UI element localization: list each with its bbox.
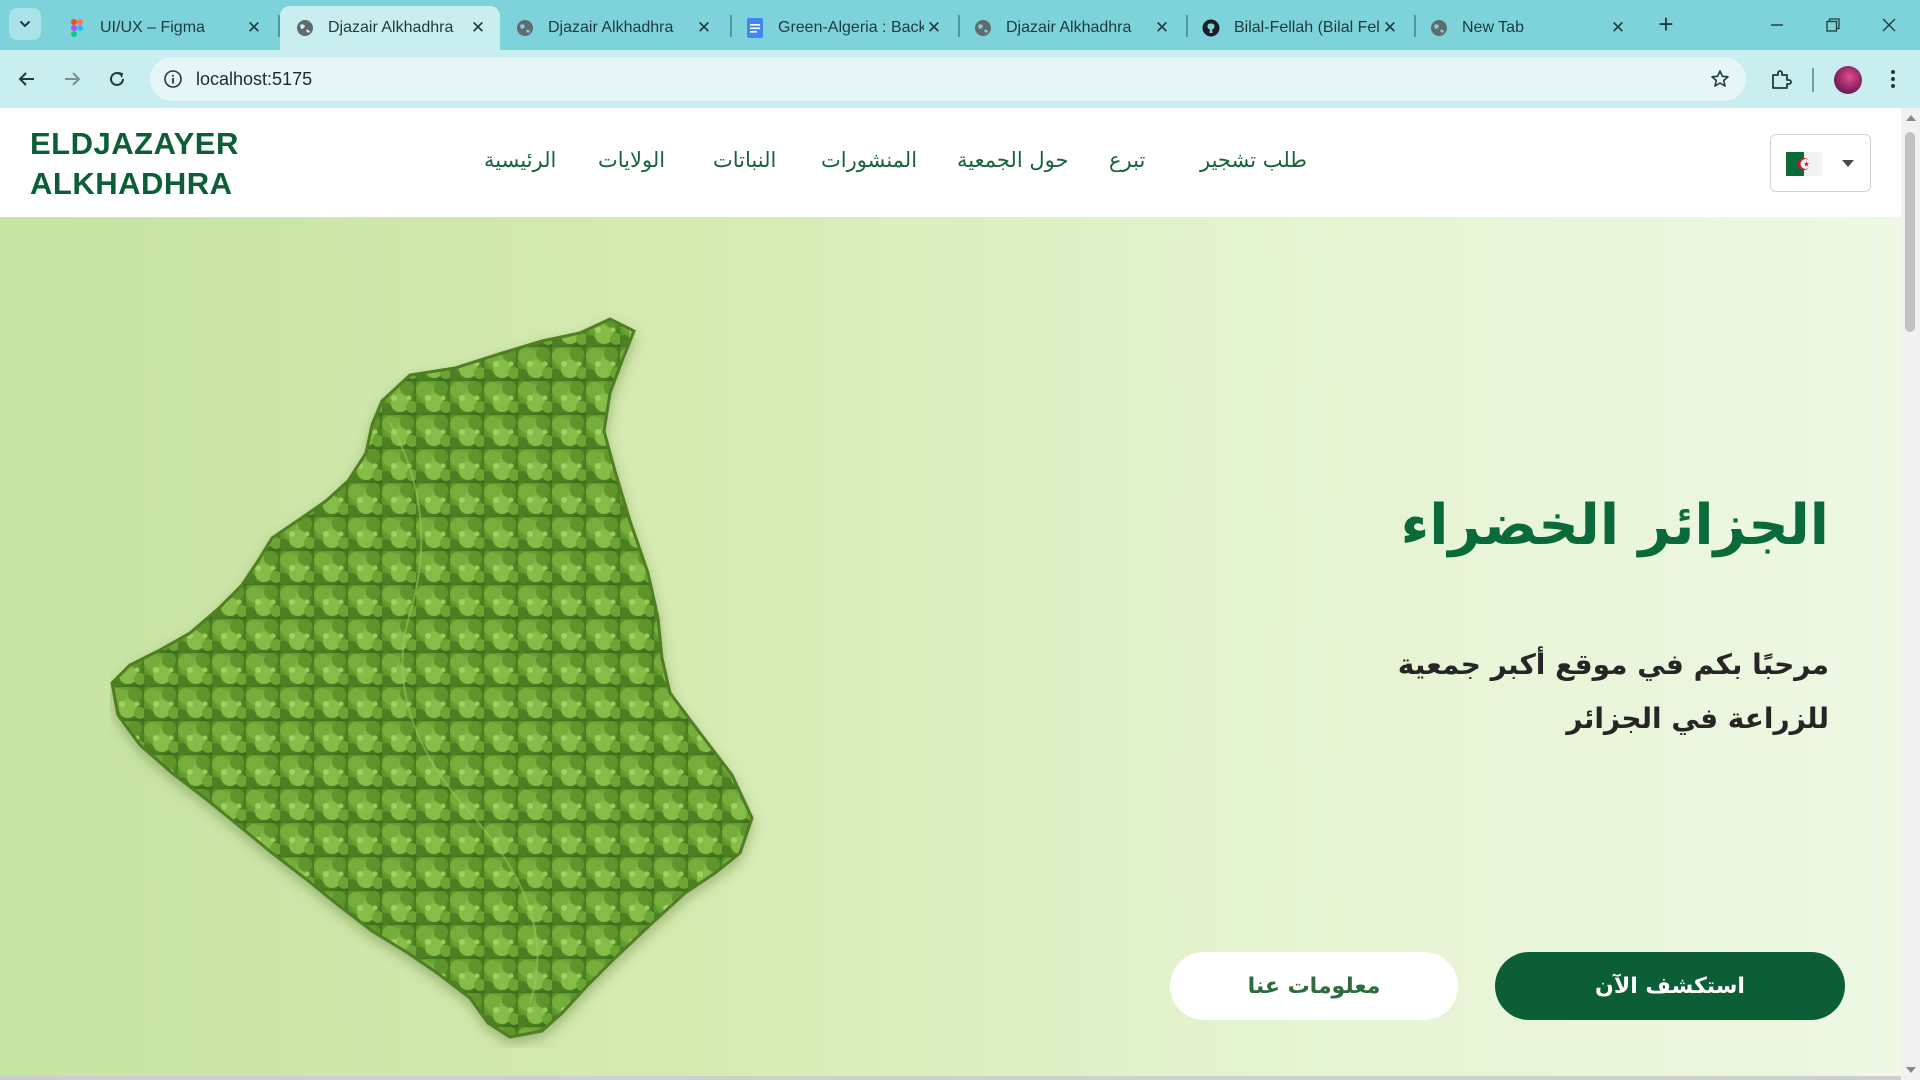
tab-title: Green-Algeria : Back [778,19,924,36]
site-header: ELDJAZAYER ALKHADHRA طلب تشجير تبرع حول … [0,108,1901,217]
chevron-down-icon [20,21,30,28]
tab-djazair-2[interactable]: Djazair Alkhadhra ✕ [500,6,726,50]
reload-icon [110,71,124,86]
address-bar[interactable]: localhost:5175 [150,57,1746,101]
figma-icon [68,19,86,37]
nav-plants[interactable]: النباتات [713,148,776,178]
page-scrollbar[interactable] [1901,108,1920,1080]
arrow-right-icon [65,72,81,86]
globe-icon [296,19,314,37]
tab-djazair-active[interactable]: Djazair Alkhadhra ✕ [280,6,500,50]
language-select[interactable] [1770,134,1871,192]
scroll-down-arrow-icon[interactable] [1906,1067,1916,1073]
close-icon[interactable]: ✕ [924,18,944,38]
browser-toolbar: localhost:5175 [0,50,1920,108]
minimize-icon [1771,24,1783,26]
algeria-map-forest-image [110,317,754,1039]
tab-title: Bilal-Fellah (Bilal Fell [1234,19,1380,36]
algeria-flag-icon [1786,152,1822,176]
logo-line-2: ALKHADHRA [30,166,233,201]
minimize-button[interactable] [1754,0,1800,50]
scrollbar-thumb[interactable] [1905,132,1915,332]
site-info-icon[interactable] [160,66,186,92]
globe-icon [974,19,992,37]
back-button[interactable] [10,62,44,96]
tab-figma[interactable]: UI/UX – Figma ✕ [52,6,276,50]
close-icon[interactable]: ✕ [244,18,264,38]
toolbar-divider [1812,68,1814,92]
tab-title: Djazair Alkhadhra [548,19,674,36]
tab-title: Djazair Alkhadhra [328,19,454,36]
new-tab-button[interactable]: + [1652,8,1680,39]
github-icon [1202,19,1220,37]
nav-posts[interactable]: المنشورات [821,148,917,178]
tab-green-algeria-doc[interactable]: Green-Algeria : Back ✕ [730,6,956,50]
url-text: localhost:5175 [196,69,313,89]
close-icon[interactable]: ✕ [468,18,488,38]
tab-djazair-3[interactable]: Djazair Alkhadhra ✕ [958,6,1184,50]
nav-about[interactable]: حول الجمعية [957,148,1068,178]
bookmark-star-icon[interactable] [1708,67,1732,91]
explore-now-button[interactable]: استكشف الآن [1495,952,1845,1020]
globe-icon [516,19,534,37]
site-logo[interactable]: ELDJAZAYER ALKHADHRA [30,124,239,204]
tab-title: Djazair Alkhadhra [1006,19,1132,36]
more-vertical-icon [1891,70,1895,88]
tab-new-tab[interactable]: New Tab ✕ [1414,6,1640,50]
hero-section: الجزائر الخضراء مرحبًا بكم في موقع أكبر … [0,217,1901,1080]
globe-icon [1430,19,1448,37]
close-window-button[interactable] [1866,0,1912,50]
close-icon[interactable]: ✕ [1152,18,1172,38]
profile-avatar[interactable] [1834,66,1862,94]
nav-home[interactable]: الرئيسية [484,148,556,178]
browser-tab-strip: UI/UX – Figma ✕ Djazair Alkhadhra ✕ Djaz… [0,0,1920,50]
nav-donate[interactable]: تبرع [1109,148,1145,178]
close-icon [1882,18,1896,32]
hero-subtitle: مرحبًا بكم في موقع أكبر جمعية للزراعة في… [1397,648,1829,735]
caret-down-icon [1842,160,1854,167]
page-viewport: ELDJAZAYER ALKHADHRA طلب تشجير تبرع حول … [0,108,1901,1080]
tab-github[interactable]: Bilal-Fellah (Bilal Fell ✕ [1186,6,1412,50]
nav-tree-request[interactable]: طلب تشجير [1200,148,1307,178]
google-docs-icon [746,18,764,38]
about-us-button[interactable]: معلومات عنا [1170,952,1458,1020]
logo-line-1: ELDJAZAYER [30,126,239,161]
restore-icon [1826,18,1840,32]
close-icon[interactable]: ✕ [1608,18,1628,38]
plus-icon: + [1658,8,1674,39]
extensions-button[interactable] [1764,62,1798,96]
puzzle-icon [1772,70,1792,89]
tab-search-button[interactable] [9,8,41,40]
reload-button[interactable] [100,62,134,96]
restore-button[interactable] [1810,0,1856,50]
scroll-up-arrow-icon[interactable] [1906,115,1916,121]
hero-title: الجزائر الخضراء [1400,493,1829,558]
tab-title: New Tab [1462,19,1524,36]
close-icon[interactable]: ✕ [1380,18,1400,38]
nav-states[interactable]: الولايات [598,148,665,178]
browser-menu-button[interactable] [1876,62,1910,96]
forward-button[interactable] [55,62,89,96]
arrow-left-icon [18,72,34,86]
bottom-edge-strip [0,1076,1901,1080]
close-icon[interactable]: ✕ [694,18,714,38]
tab-title: UI/UX – Figma [100,19,205,36]
